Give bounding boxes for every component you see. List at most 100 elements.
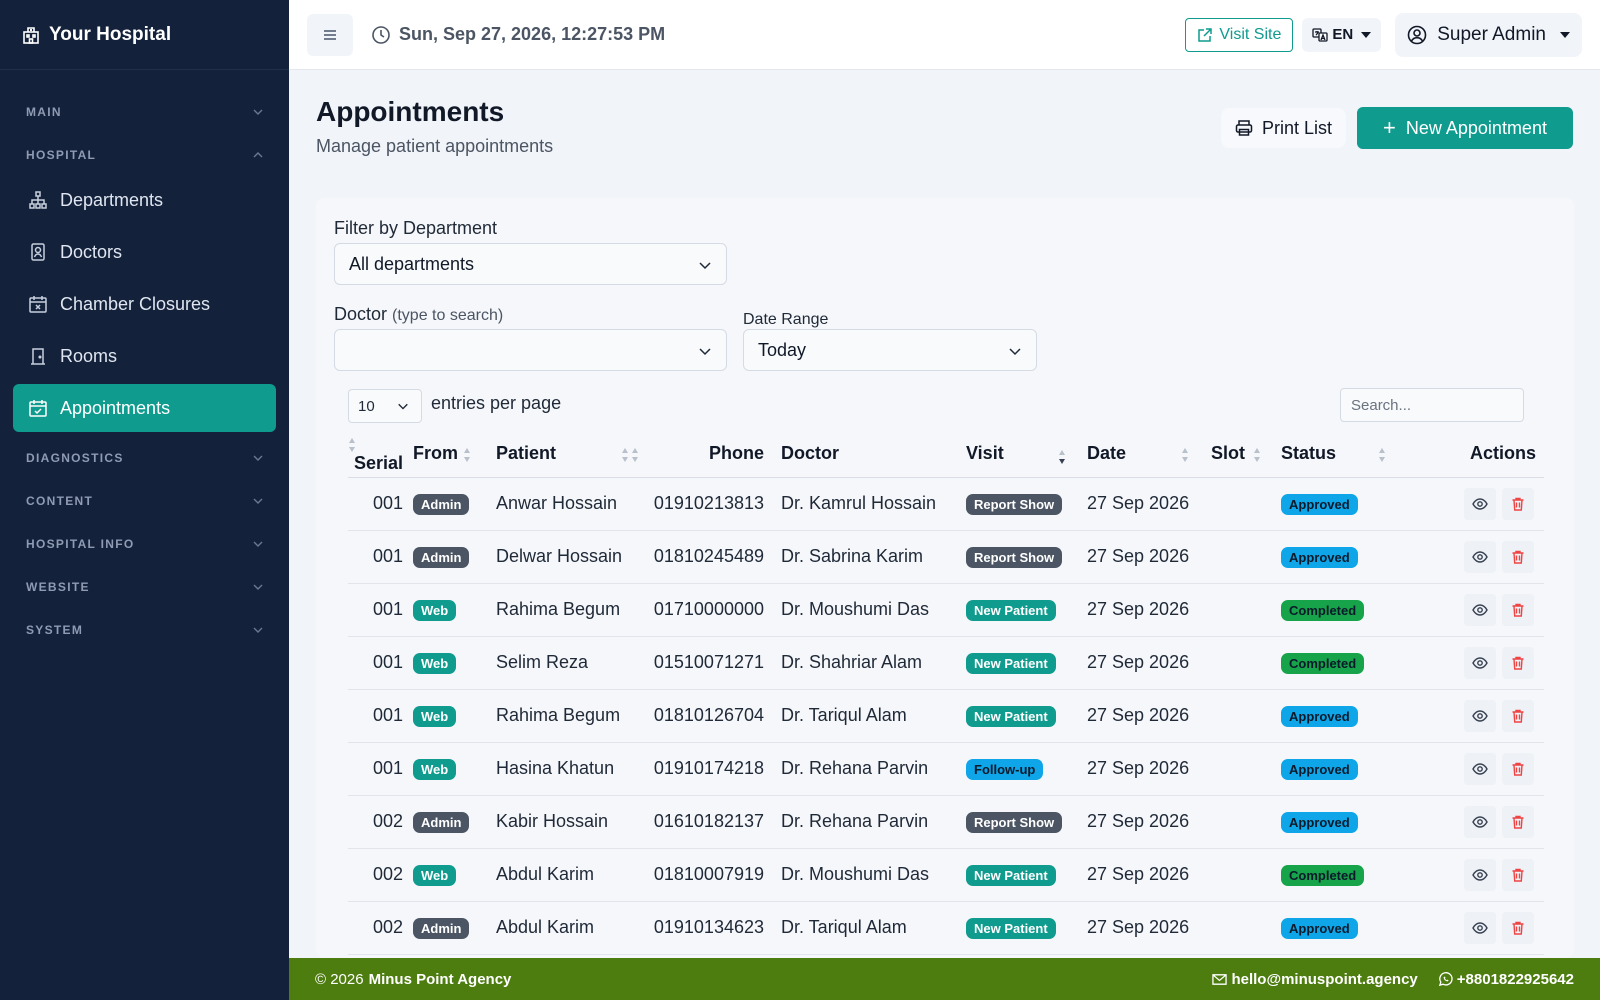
language-dropdown[interactable]: EN [1302,17,1382,52]
cell-status: Approved [1270,901,1396,955]
doctor-label-hint: (type to search) [392,307,504,324]
view-button[interactable] [1464,593,1496,626]
cell-slot [1199,848,1270,902]
delete-button[interactable] [1502,593,1534,626]
delete-button[interactable] [1502,699,1534,732]
column-patient[interactable]: Patient [487,431,628,478]
mail-icon [1212,973,1228,985]
date-range-label: Date Range [743,311,829,328]
trash-icon [1512,921,1524,935]
sidebar-section-hospital[interactable]: HOSPITAL [0,133,289,176]
column-slot[interactable]: Slot [1199,431,1270,478]
view-button[interactable] [1464,646,1496,679]
cell-serial: 001 [348,689,403,743]
view-button[interactable] [1464,699,1496,732]
cell-phone: 01910174218 [627,742,764,796]
caret-down-icon [1361,31,1372,38]
footer-contacts: hello@minuspoint.agency +8801822925642 [1212,971,1574,988]
delete-button[interactable] [1502,911,1534,944]
chevron-down-icon [253,109,263,115]
sidebar-section-diagnostics[interactable]: DIAGNOSTICS [0,436,289,479]
sidebar-item-departments[interactable]: Departments [13,176,276,224]
footer-phone[interactable]: +8801822925642 [1457,971,1574,988]
cell-date: 27 Sep 2026 [1074,689,1199,743]
table-row: 002 Admin Abdul Karim 01910134623 Dr. Tariqu… [348,901,1544,955]
sidebar-section-hospital-info[interactable]: HOSPITAL INFO [0,522,289,565]
view-button[interactable] [1464,752,1496,785]
delete-button[interactable] [1502,805,1534,838]
trash-icon [1512,815,1524,829]
column-serial[interactable]: Serial [348,431,403,478]
visit-site-button[interactable]: Visit Site [1185,17,1294,52]
column-phone[interactable]: Phone [627,431,764,478]
sidebar-section-website[interactable]: WEBSITE [0,565,289,608]
sidebar-section-main[interactable]: MAIN [0,90,289,133]
sidebar-item-appointments[interactable]: Appointments [13,384,276,432]
column-from[interactable]: From [403,431,487,478]
column-visit[interactable]: Visit [953,431,1074,478]
column-doctor[interactable]: Doctor [764,431,953,478]
cell-actions [1396,477,1544,531]
column-date[interactable]: Date [1074,431,1199,478]
view-button[interactable] [1464,540,1496,573]
status-badge: Approved [1281,546,1358,568]
entries-per-page-select[interactable]: 10 [348,389,422,423]
cell-serial: 001 [348,530,403,584]
sidebar-item-chamber-closures[interactable]: Chamber Closures [13,280,276,328]
cell-slot [1199,583,1270,637]
id-badge-icon [31,243,45,261]
menu-toggle-button[interactable] [307,13,353,56]
sort-icon [349,438,355,453]
table-row: 001 Web Hasina Khatun 01910174218 Dr. Rehana… [348,742,1544,796]
page-subtitle: Manage patient appointments [316,136,554,156]
chevron-up-icon [253,151,263,157]
sidebar-item-rooms[interactable]: Rooms [13,332,276,380]
table-row: 001 Admin Delwar Hossain 01810245489 Dr. Sab… [348,530,1544,584]
doctor-label-text: Doctor [334,304,388,324]
view-button[interactable] [1464,911,1496,944]
department-select[interactable]: All departments [334,243,727,285]
cell-patient: Abdul Karim [487,848,627,902]
cell-phone: 01910213813 [627,477,764,531]
cell-actions [1396,530,1544,584]
cell-patient: Abdul Karim [487,901,627,955]
doctor-select[interactable] [334,329,727,371]
brand[interactable]: Your Hospital [0,0,289,70]
table-search-input[interactable] [1340,388,1524,422]
chevron-down-icon [253,584,263,590]
footer-company-link[interactable]: Minus Point Agency [369,971,512,988]
print-list-button[interactable]: Print List [1221,108,1347,148]
column-label: Status [1281,443,1337,464]
delete-button[interactable] [1502,646,1534,679]
sidebar-item-doctors[interactable]: Doctors [13,228,276,276]
topbar: Sun, Sep 27, 2026, 12:27:53 PM Visit Sit… [289,0,1600,70]
cell-status: Approved [1270,742,1396,796]
delete-button[interactable] [1502,487,1534,520]
footer-email[interactable]: hello@minuspoint.agency [1231,971,1417,988]
delete-button[interactable] [1502,858,1534,891]
cell-serial: 001 [348,583,403,637]
cell-phone: 01610182137 [627,795,764,849]
date-range-select[interactable]: Today [743,329,1037,371]
cell-visit: Report Show [953,477,1074,531]
sidebar-section-system[interactable]: SYSTEM [0,608,289,651]
status-badge: Approved [1281,811,1358,833]
new-appointment-button[interactable]: + New Appointment [1357,107,1573,149]
delete-button[interactable] [1502,752,1534,785]
sort-icon [464,447,471,462]
view-button[interactable] [1464,805,1496,838]
column-status[interactable]: Status [1270,431,1396,478]
view-button[interactable] [1464,858,1496,891]
sidebar-section-content[interactable]: CONTENT [0,479,289,522]
cell-patient: Rahima Begum [487,689,627,743]
user-menu[interactable]: Super Admin [1395,12,1582,57]
chevron-down-icon [253,498,263,504]
view-button[interactable] [1464,487,1496,520]
whatsapp-icon [1438,971,1453,986]
column-label: Slot [1211,443,1245,464]
cell-phone: 01510071271 [627,636,764,690]
source-badge: Web [413,758,457,780]
section-label: MAIN [26,104,62,119]
delete-button[interactable] [1502,540,1534,573]
topbar-actions: Visit Site EN Super Admin [1185,12,1582,57]
